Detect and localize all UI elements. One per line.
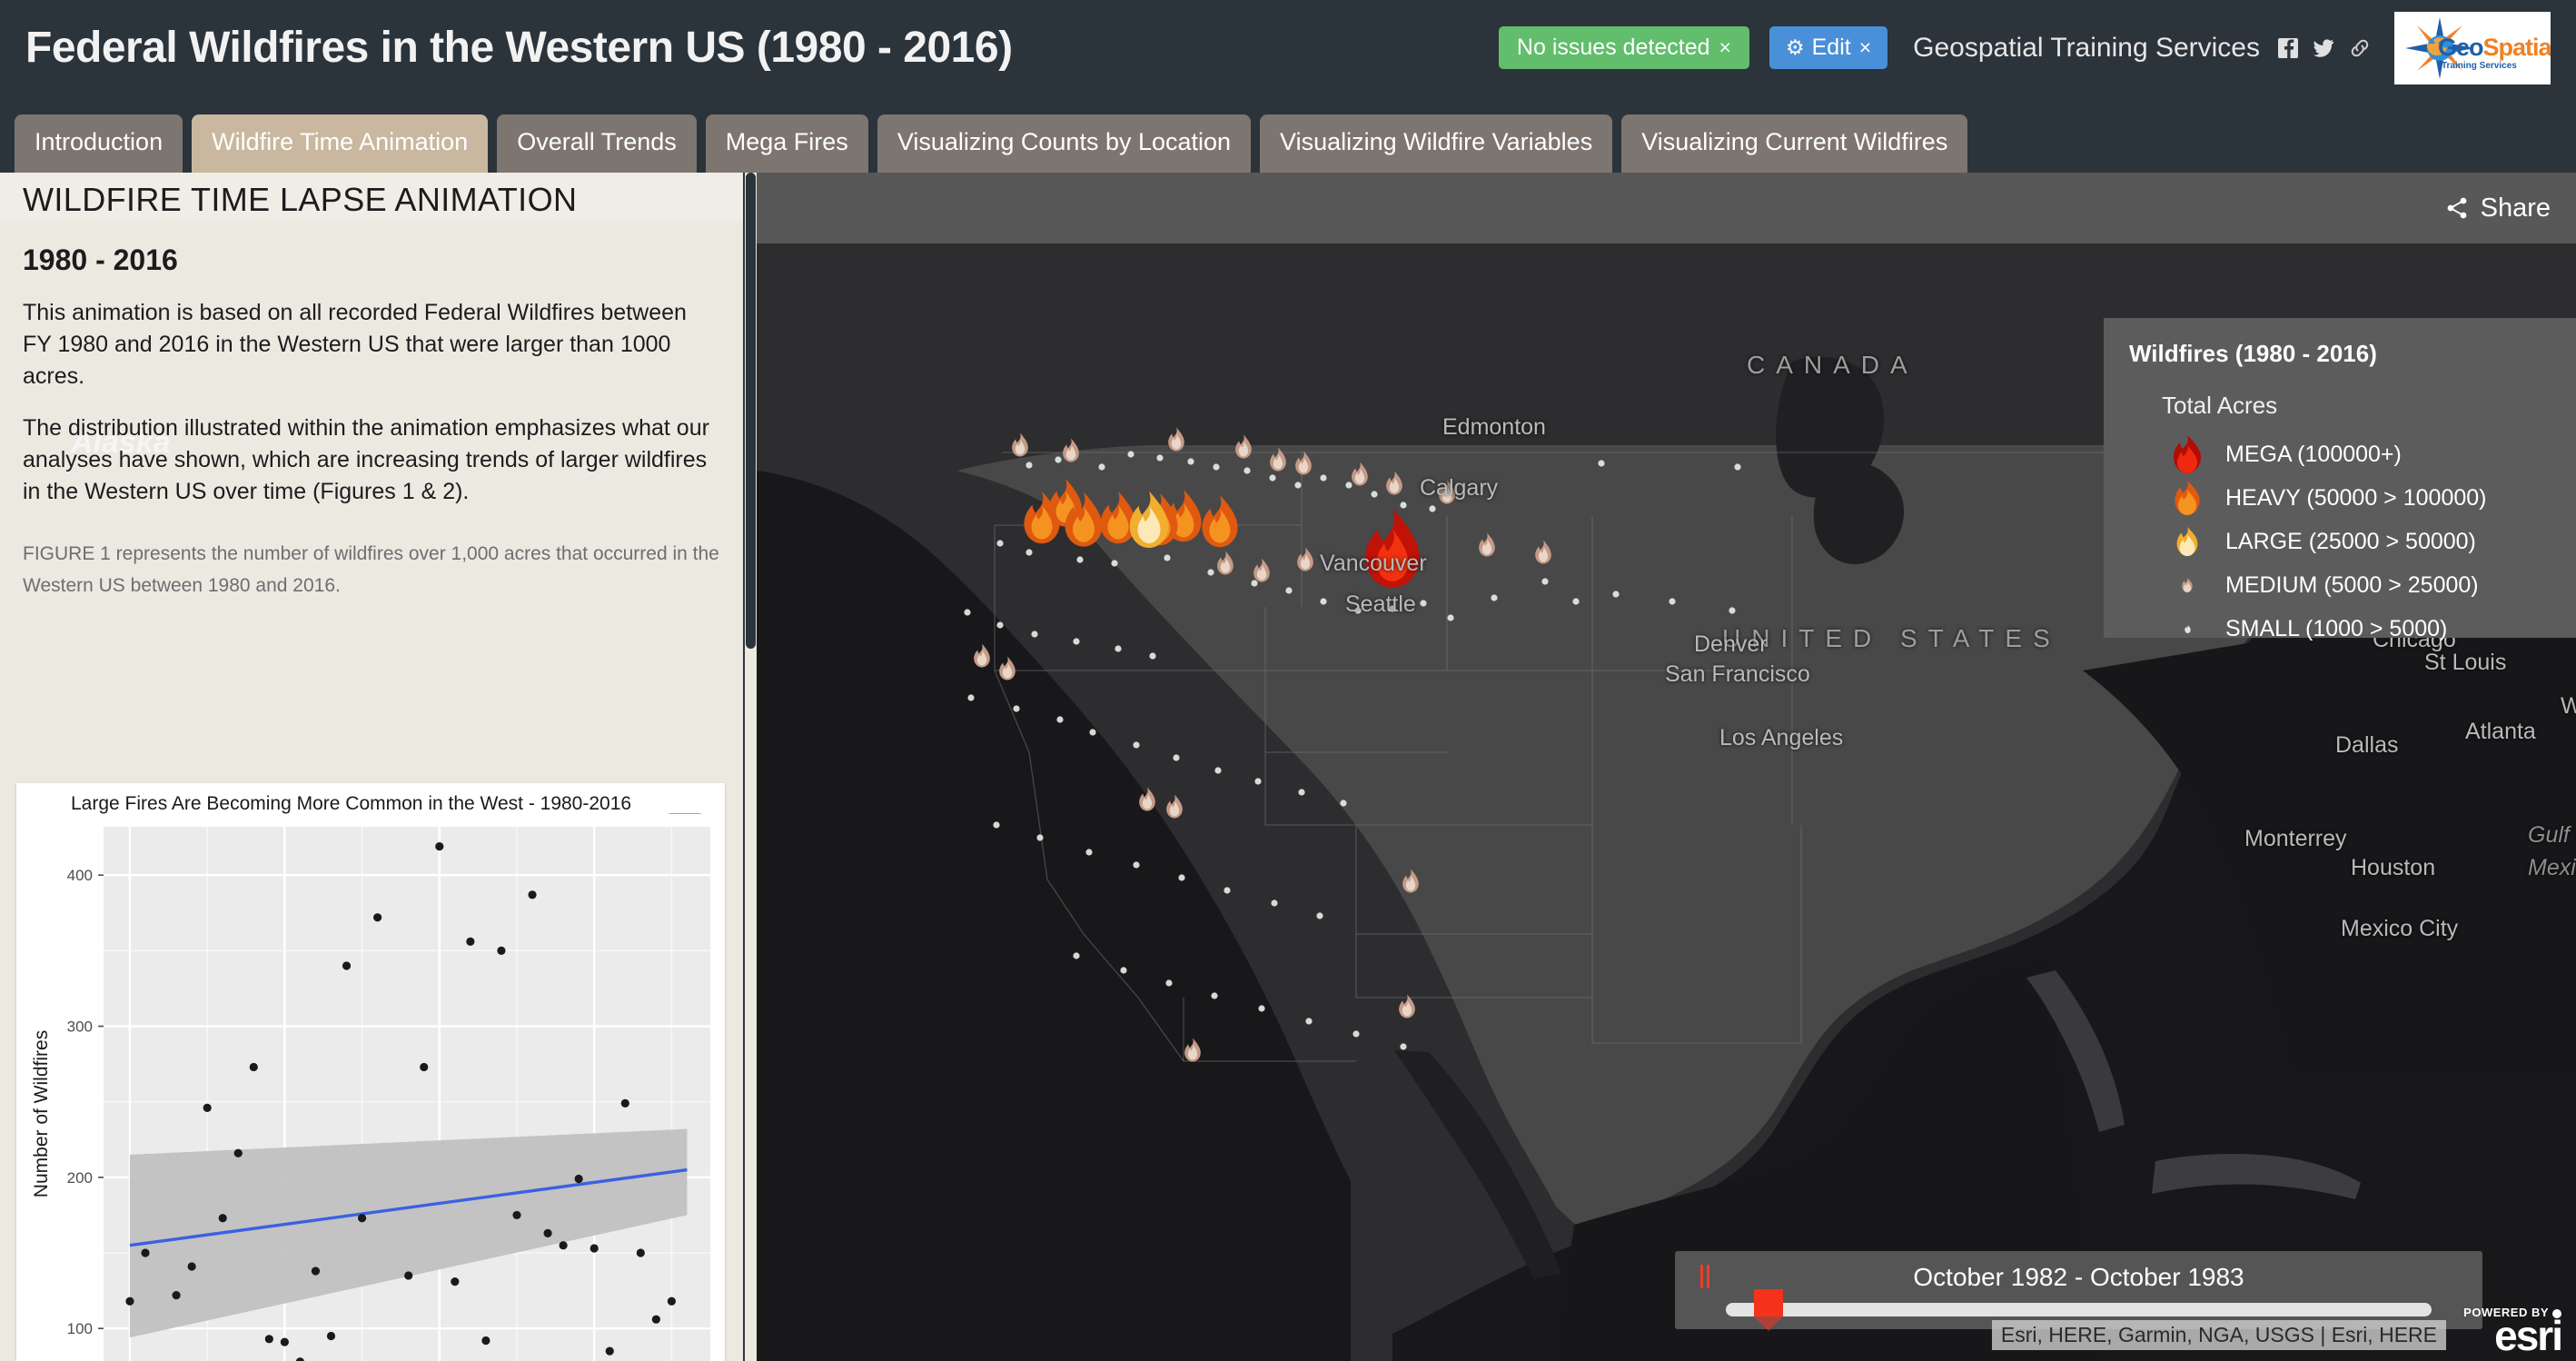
svg-text:Number of Wildfires: Number of Wildfires (31, 1030, 52, 1197)
svg-text:300: 300 (67, 1018, 93, 1036)
social-links (2278, 37, 2371, 59)
map-view[interactable]: Share CANADA Edmonton Calgary Vancouver Seat… (757, 173, 2576, 1361)
legend-item-medium: MEDIUM (5000 > 25000) (2162, 563, 2576, 607)
panel-scrollbar[interactable] (745, 173, 757, 1361)
esri-brand: esri (2494, 1312, 2563, 1360)
fire-icon-heavy (2162, 479, 2213, 517)
figure-caption: FIGURE 1 represents the number of wildfi… (23, 543, 719, 596)
scatter-plot: 1002003004001980199020002010YearNumber o… (16, 814, 725, 1361)
twitter-icon[interactable] (2313, 37, 2334, 59)
time-slider[interactable]: October 1982 - October 1983 (1675, 1251, 2482, 1331)
edit-button-close-icon[interactable]: × (1859, 35, 1871, 59)
tab-introduction[interactable]: Introduction (15, 114, 183, 173)
org-name: Geospatial Training Services (1913, 32, 2260, 63)
status-badge-close-icon[interactable]: × (1719, 35, 1731, 59)
esri-logo: POWERED BY esri (2454, 1306, 2563, 1360)
map-toolbar: Share (757, 173, 2576, 243)
app-header: Federal Wildfires in the Western US (198… (0, 0, 2576, 95)
tab-bar: Introduction Wildfire Time Animation Ove… (0, 104, 1968, 173)
side-panel: WILDFIRE TIME LAPSE ANIMATION Alaska 198… (0, 173, 743, 1361)
legend-title: Wildfires (1980 - 2016) (2129, 340, 2377, 367)
brand-logo-text: GeoSpatial (2438, 33, 2551, 61)
panel-body: 1980 - 2016 This animation is based on a… (0, 227, 743, 601)
brand-logo[interactable]: GeoSpatial Training Services (2394, 11, 2551, 84)
time-slider-handle[interactable] (1753, 1289, 1783, 1331)
legend-item-small: SMALL (1000 > 5000) (2162, 607, 2576, 651)
legend-label-large: LARGE (25000 > 50000) (2225, 528, 2476, 554)
tab-mega-fires[interactable]: Mega Fires (705, 114, 868, 173)
gear-icon: ⚙ (1785, 35, 1805, 59)
map-attribution: Esri, HERE, Garmin, NGA, USGS | Esri, HE… (1991, 1320, 2446, 1350)
facebook-icon[interactable] (2278, 37, 2298, 59)
time-slider-track[interactable] (1726, 1289, 2432, 1331)
svg-text:400: 400 (67, 867, 93, 884)
tab-visualizing-current-wildfires[interactable]: Visualizing Current Wildfires (1621, 114, 1968, 173)
panel-title: WILDFIRE TIME LAPSE ANIMATION (23, 181, 578, 218)
status-badge-label: No issues detected (1516, 34, 1710, 60)
brand-logo-tagline: Training Services (2442, 60, 2517, 71)
fire-icon-mega (2162, 433, 2213, 475)
legend-item-mega: MEGA (100000+) (2162, 432, 2576, 476)
legend-subtitle: Total Acres (2162, 392, 2278, 419)
tab-wildfire-time-animation[interactable]: Wildfire Time Animation (192, 114, 489, 173)
legend-item-large: LARGE (25000 > 50000) (2162, 520, 2576, 563)
status-badge[interactable]: No issues detected × (1498, 25, 1749, 70)
tab-overall-trends[interactable]: Overall Trends (497, 114, 697, 173)
fire-icon-large (2162, 525, 2213, 558)
legend-label-heavy: HEAVY (50000 > 100000) (2225, 484, 2487, 511)
panel-scrollbar-thumb[interactable] (746, 173, 756, 649)
panel-paragraph-2: The distribution illustrated within the … (23, 415, 709, 504)
legend-label-mega: MEGA (100000+) (2225, 441, 2402, 467)
share-label: Share (2480, 193, 2551, 223)
header-actions: No issues detected × ⚙ Edit × Geospatial Tr… (1498, 0, 2576, 95)
fire-icon-medium (2162, 577, 2213, 593)
panel-subtitle: 1980 - 2016 (23, 243, 178, 276)
edit-button[interactable]: ⚙ Edit × (1769, 25, 1888, 70)
figure-1-card: Large Fires Are Becoming More Common in … (16, 783, 725, 1361)
svg-text:200: 200 (67, 1169, 93, 1187)
panel-paragraph-1: This animation is based on all recorded … (23, 300, 687, 389)
map-legend: Wildfires (1980 - 2016) Total Acres MEGA… (2104, 318, 2576, 641)
fire-icon-small (2162, 624, 2213, 634)
tab-visualizing-wildfire-variables[interactable]: Visualizing Wildfire Variables (1260, 114, 1613, 173)
legend-label-small: SMALL (1000 > 5000) (2225, 615, 2448, 641)
share-icon (2447, 197, 2467, 219)
share-button[interactable]: Share (2444, 194, 2551, 224)
legend-item-heavy: HEAVY (50000 > 100000) (2162, 476, 2576, 520)
edit-button-label: Edit (1811, 34, 1851, 60)
link-icon[interactable] (2349, 37, 2371, 59)
legend-label-medium: MEDIUM (5000 > 25000) (2225, 571, 2479, 598)
page-title: Federal Wildfires in the Western US (198… (25, 24, 1013, 72)
chart-title: Large Fires Are Becoming More Common in … (71, 793, 632, 814)
map-canvas[interactable]: CANADAEdmontonCalgaryVancouverSeattleTor… (757, 243, 2576, 1361)
tab-visualizing-counts-by-location[interactable]: Visualizing Counts by Location (877, 114, 1252, 173)
svg-text:100: 100 (67, 1320, 93, 1337)
time-range-label: October 1982 - October 1983 (1913, 1263, 2244, 1291)
